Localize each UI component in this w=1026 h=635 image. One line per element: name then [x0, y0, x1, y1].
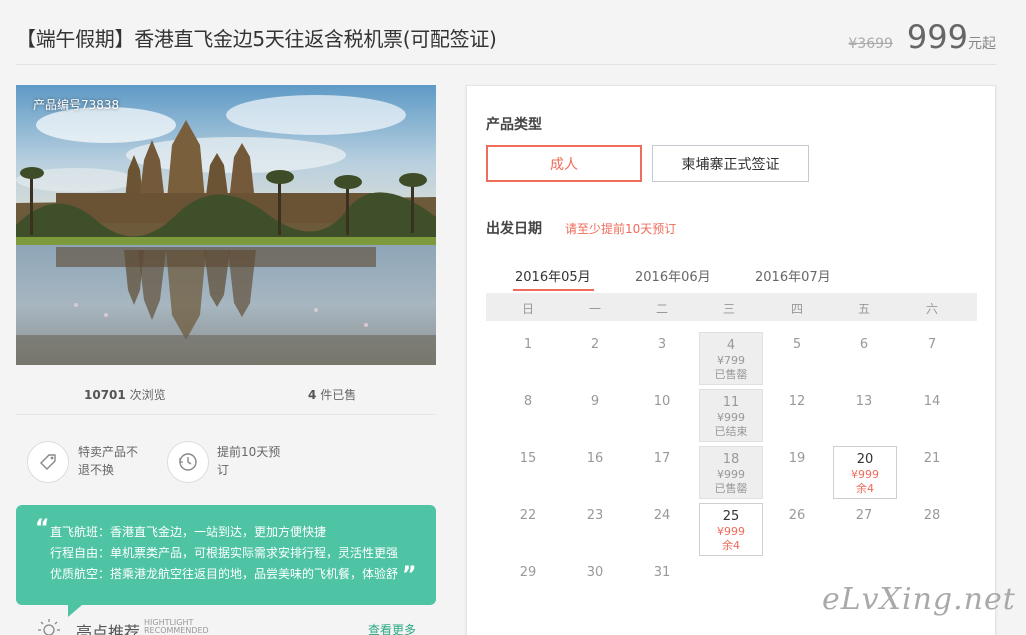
calendar-day-5: 5	[792, 337, 802, 352]
month-tab-2016-06[interactable]: 2016年06月	[635, 266, 711, 285]
views-label: 次浏览	[129, 388, 166, 402]
angkor-wat-image	[16, 85, 436, 365]
calendar-day-3: 3	[657, 337, 667, 352]
departure-date-label: 出发日期	[486, 221, 542, 237]
highlights-box: “ 直飞航班：香港直飞金边，一站到达，更加方便快捷 行程自由：单机票类产品，可根…	[16, 505, 436, 617]
highlight-title: 亮点推荐	[76, 623, 141, 635]
views-count: 10701	[84, 388, 126, 402]
booking-panel: 产品类型 成人 柬埔寨正式签证 出发日期 请至少提前10天预订 2016年05月…	[466, 85, 996, 635]
calendar-day-9: 9	[590, 394, 600, 409]
sold-count: 4	[308, 388, 317, 402]
current-price: 999	[906, 18, 968, 56]
sold-label: 件已售	[320, 388, 357, 402]
weekday-wed: 三	[722, 302, 735, 316]
price-box: ¥3699 999元起	[848, 18, 996, 56]
calendar-day-21: 21	[923, 451, 941, 466]
product-type-label: 产品类型	[486, 117, 542, 133]
weekday-fri: 五	[857, 302, 870, 316]
date-hint: 请至少提前10天预订	[565, 222, 677, 236]
calendar-day-23: 23	[586, 508, 604, 523]
calendar-day-14: 14	[923, 394, 941, 409]
month-tab-2016-05[interactable]: 2016年05月	[515, 266, 591, 285]
weekday-tue: 二	[655, 302, 668, 316]
weekday-thu: 四	[790, 302, 803, 316]
calendar-day-15: 15	[519, 451, 537, 466]
calendar-day-31: 31	[653, 565, 671, 580]
left-column: 产品编号73838 10701 次浏览 4 件已售 特卖产品不退不换 提前10天…	[16, 85, 436, 635]
calendar-day-11: 11 ¥999 已结束	[699, 389, 763, 442]
type-option-adult[interactable]: 成人	[486, 145, 642, 182]
calendar-day-29: 29	[519, 565, 537, 580]
highlight-line: 行程自由：单机票类产品，可根据实际需求安排行程，灵活性更强	[50, 546, 399, 560]
calendar-day-22: 22	[519, 508, 537, 523]
product-title: 【端午假期】香港直飞金边5天往返含税机票(可配签证)	[16, 27, 497, 51]
calendar-day-19: 19	[788, 451, 806, 466]
view-more-link[interactable]: 查看更多	[368, 621, 416, 635]
calendar-day-24: 24	[653, 508, 671, 523]
tag-icon	[27, 441, 69, 483]
clock-icon	[167, 441, 209, 483]
calendar-day-30: 30	[586, 565, 604, 580]
feature-advance-booking: 提前10天预订	[217, 445, 281, 477]
type-option-visa[interactable]: 柬埔寨正式签证	[652, 145, 809, 182]
original-price: ¥3699	[848, 36, 893, 52]
feature-no-refund: 特卖产品不退不换	[78, 445, 139, 477]
sun-icon	[36, 617, 62, 635]
views-stat: 10701 次浏览	[84, 386, 166, 403]
stats-bar: 10701 次浏览 4 件已售	[16, 365, 436, 415]
weekday-sat: 六	[925, 302, 938, 316]
highlight-line: 优质航空：搭乘港龙航空往返目的地，品尝美味的飞机餐，体验舒	[50, 567, 399, 581]
calendar-day-27: 27	[855, 508, 873, 523]
sold-stat: 4 件已售	[308, 386, 356, 403]
calendar-day-16: 16	[586, 451, 604, 466]
calendar-day-25[interactable]: 25 ¥999 余4	[699, 503, 763, 556]
price-unit: 元起	[968, 36, 996, 52]
feature-list: 特卖产品不退不换 提前10天预订	[16, 415, 436, 505]
calendar-weekday-header: 日 一 二 三 四 五 六	[486, 293, 977, 321]
calendar-day-20[interactable]: 20 ¥999 余4	[833, 446, 897, 499]
highlight-subtitle-en: HIGHTLIGHT RECOMMENDED	[144, 618, 209, 635]
calendar-day-6: 6	[859, 337, 869, 352]
calendar-day-28: 28	[923, 508, 941, 523]
highlight-line: 直飞航班：香港直飞金边，一站到达，更加方便快捷	[50, 525, 327, 539]
active-month-indicator	[513, 289, 594, 291]
product-code: 产品编号73838	[33, 98, 120, 112]
watermark: eLvXing.net	[822, 582, 1016, 617]
weekday-sun: 日	[521, 302, 534, 316]
highlight-bar: 亮点推荐 HIGHTLIGHT RECOMMENDED 查看更多	[16, 605, 436, 635]
calendar-day-2: 2	[590, 337, 600, 352]
calendar-day-10: 10	[653, 394, 671, 409]
weekday-mon: 一	[588, 302, 601, 316]
calendar-day-1: 1	[523, 337, 533, 352]
product-photo[interactable]: 产品编号73838	[16, 85, 436, 365]
calendar-day-18: 18 ¥999 已售罄	[699, 446, 763, 499]
month-tab-2016-07[interactable]: 2016年07月	[755, 266, 831, 285]
calendar-day-12: 12	[788, 394, 806, 409]
calendar-day-4: 4 ¥799 已售罄	[699, 332, 763, 385]
calendar-day-7: 7	[927, 337, 937, 352]
calendar-day-8: 8	[523, 394, 533, 409]
calendar-day-17: 17	[653, 451, 671, 466]
calendar-day-13: 13	[855, 394, 873, 409]
calendar-day-26: 26	[788, 508, 806, 523]
product-header: 【端午假期】香港直飞金边5天往返含税机票(可配签证) ¥3699 999元起	[16, 0, 996, 65]
quote-open-icon: “	[35, 516, 50, 541]
quote-close-icon: ”	[402, 563, 417, 588]
